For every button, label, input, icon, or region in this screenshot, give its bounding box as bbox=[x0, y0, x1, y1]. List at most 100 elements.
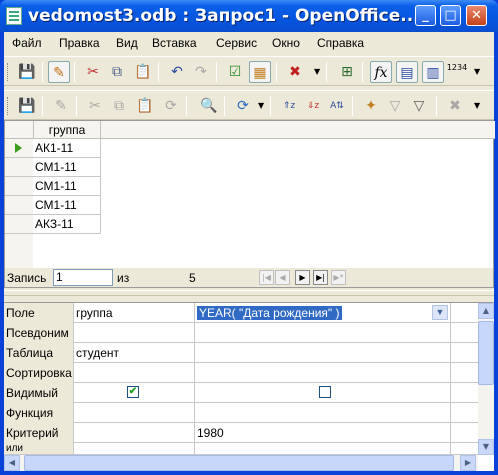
refresh-dropdown-icon[interactable]: ⟳ bbox=[232, 95, 254, 117]
cut-icon[interactable]: ✂ bbox=[82, 61, 104, 83]
table-cell[interactable] bbox=[195, 343, 451, 363]
copy-icon[interactable]: ⧉ bbox=[106, 61, 128, 83]
minimize-button[interactable]: _ bbox=[415, 5, 436, 26]
record-total: 5 bbox=[189, 271, 196, 285]
record-navigation-bar: Запись 1 из 5 |◀ ◀ ▶ ▶| ▶* bbox=[4, 268, 494, 288]
save-icon[interactable]: 💾 bbox=[16, 61, 38, 83]
title-bar[interactable]: vedomost3.odb : Запрос1 - OpenOffice....… bbox=[0, 0, 498, 32]
criterion-cell[interactable]: 1980 bbox=[195, 423, 451, 443]
row-header[interactable] bbox=[5, 196, 33, 215]
record-number-input[interactable]: 1 bbox=[53, 269, 113, 286]
remove-filter-icon: ✖ bbox=[449, 98, 461, 114]
design-row-function: Функция bbox=[4, 403, 478, 423]
refresh-icon: ⟳ bbox=[165, 98, 177, 114]
add-table-icon[interactable]: ⊞ bbox=[336, 61, 358, 83]
maximize-button[interactable]: □ bbox=[440, 5, 461, 26]
edit-data-icon: ✎ bbox=[55, 98, 67, 114]
scroll-up-icon[interactable]: ▲ bbox=[478, 303, 494, 319]
sort-cell[interactable] bbox=[74, 363, 195, 383]
prev-record-button: ◀ bbox=[275, 270, 290, 285]
column-header-gruppa[interactable]: группа bbox=[33, 121, 101, 139]
function-cell[interactable] bbox=[74, 403, 195, 423]
menu-edit[interactable]: Правка bbox=[59, 36, 100, 50]
horizontal-scrollbar[interactable]: ◀ ▶ bbox=[4, 455, 478, 471]
h-scroll-thumb[interactable] bbox=[24, 455, 454, 471]
apply-filter-icon: ▽ bbox=[389, 98, 401, 114]
functions-icon[interactable]: fx bbox=[370, 61, 392, 83]
row-header[interactable] bbox=[5, 139, 33, 158]
chevron-down-icon[interactable]: ▼ bbox=[432, 305, 448, 320]
sort-asc-icon[interactable]: ⇑z bbox=[278, 95, 300, 117]
scroll-thumb[interactable] bbox=[478, 321, 494, 385]
find-icon[interactable]: 🔍 bbox=[198, 95, 220, 117]
row-header[interactable] bbox=[5, 177, 33, 196]
redo-icon: ↷ bbox=[195, 64, 207, 80]
results-header-row: группа bbox=[5, 121, 495, 139]
row-label: Таблица bbox=[4, 343, 74, 363]
menu-help[interactable]: Справка bbox=[317, 36, 364, 50]
toolbar1-overflow-icon[interactable]: ▼ bbox=[474, 67, 480, 76]
table-cell[interactable]: АКЗ-11 bbox=[33, 215, 101, 234]
function-cell[interactable] bbox=[195, 403, 451, 423]
design-row-sort: Сортировка bbox=[4, 363, 478, 383]
visible-checkbox-unchecked[interactable] bbox=[319, 386, 331, 398]
scroll-left-icon[interactable]: ◀ bbox=[4, 455, 20, 471]
query-design-grid: Поле группа YEAR( "Дата рождения" ) ▼ Пс… bbox=[4, 302, 494, 471]
row-label: Поле bbox=[4, 303, 74, 323]
paste-icon[interactable]: 📋 bbox=[132, 61, 154, 83]
sort-icon[interactable]: A⇅ bbox=[326, 95, 348, 117]
sort-desc-icon[interactable]: ⇓z bbox=[302, 95, 324, 117]
autofilter-icon[interactable]: ✦ bbox=[360, 95, 382, 117]
row-label: Видимый bbox=[4, 383, 74, 403]
menu-insert[interactable]: Вставка bbox=[152, 36, 197, 50]
scroll-down-icon[interactable]: ▼ bbox=[478, 439, 494, 455]
query-results-grid: группа АК1-11 СМ1-11 СМ1-11 СМ1-11 АКЗ-1… bbox=[4, 120, 495, 270]
clear-query-icon[interactable]: ▦ bbox=[249, 61, 271, 83]
save-record-icon: 💾 bbox=[18, 98, 36, 114]
close-button[interactable]: ✕ bbox=[466, 5, 487, 26]
delete-icon[interactable]: ✖ bbox=[284, 61, 306, 83]
paste-icon: 📋 bbox=[136, 98, 154, 114]
copy-icon: ⧉ bbox=[114, 98, 124, 114]
edit-icon[interactable]: ✎ bbox=[48, 61, 70, 83]
table-cell[interactable]: студент bbox=[74, 343, 195, 363]
visible-checkbox-checked[interactable]: ✔ bbox=[127, 386, 139, 398]
menu-file[interactable]: Файл bbox=[12, 36, 42, 50]
pane-splitter[interactable] bbox=[4, 290, 494, 296]
menu-window[interactable]: Окно bbox=[272, 36, 300, 50]
table-cell[interactable]: СМ1-11 bbox=[33, 158, 101, 177]
run-query-icon[interactable]: ☑ bbox=[224, 61, 246, 83]
design-row-or: или bbox=[4, 443, 478, 455]
menu-tools[interactable]: Сервис bbox=[216, 36, 257, 50]
standard-filter-icon[interactable]: ▽ bbox=[408, 95, 430, 117]
row-header[interactable] bbox=[5, 158, 33, 177]
refresh-dropdown-arrow-icon[interactable]: ▼ bbox=[258, 101, 264, 110]
table-cell[interactable]: СМ1-11 bbox=[33, 177, 101, 196]
table-cell[interactable]: СМ1-11 bbox=[33, 196, 101, 215]
undo-icon[interactable]: ↶ bbox=[166, 61, 188, 83]
last-record-button[interactable]: ▶| bbox=[313, 270, 328, 285]
row-header[interactable] bbox=[5, 215, 33, 234]
sort-cell[interactable] bbox=[195, 363, 451, 383]
design-row-criterion: Критерий 1980 bbox=[4, 423, 478, 443]
vertical-scrollbar[interactable]: ▲ ▼ bbox=[478, 303, 494, 455]
distinct-values-icon[interactable]: 1234 bbox=[446, 61, 468, 83]
alias-icon[interactable]: ▥ bbox=[422, 61, 444, 83]
next-record-button[interactable]: ▶ bbox=[295, 270, 310, 285]
toolbar2-overflow-icon[interactable]: ▼ bbox=[474, 101, 480, 110]
criterion-cell[interactable] bbox=[74, 423, 195, 443]
design-row-visible: Видимый ✔ bbox=[4, 383, 478, 403]
field-combobox[interactable]: YEAR( "Дата рождения" ) ▼ bbox=[195, 303, 451, 323]
client-area: Файл Правка Вид Вставка Сервис Окно Спра… bbox=[4, 32, 495, 471]
cut-icon: ✂ bbox=[89, 98, 101, 114]
scroll-right-icon[interactable]: ▶ bbox=[460, 455, 476, 471]
table-names-icon[interactable]: ▤ bbox=[396, 61, 418, 83]
alias-cell[interactable] bbox=[74, 323, 195, 343]
table-cell[interactable]: АК1-11 bbox=[33, 139, 101, 158]
menu-view[interactable]: Вид bbox=[116, 36, 138, 50]
record-label: Запись bbox=[7, 271, 47, 285]
field-combobox-value[interactable]: YEAR( "Дата рождения" ) bbox=[197, 306, 342, 320]
field-cell[interactable]: группа bbox=[74, 303, 195, 323]
more-options-icon[interactable]: ▼ bbox=[314, 67, 320, 76]
alias-cell[interactable] bbox=[195, 323, 451, 343]
